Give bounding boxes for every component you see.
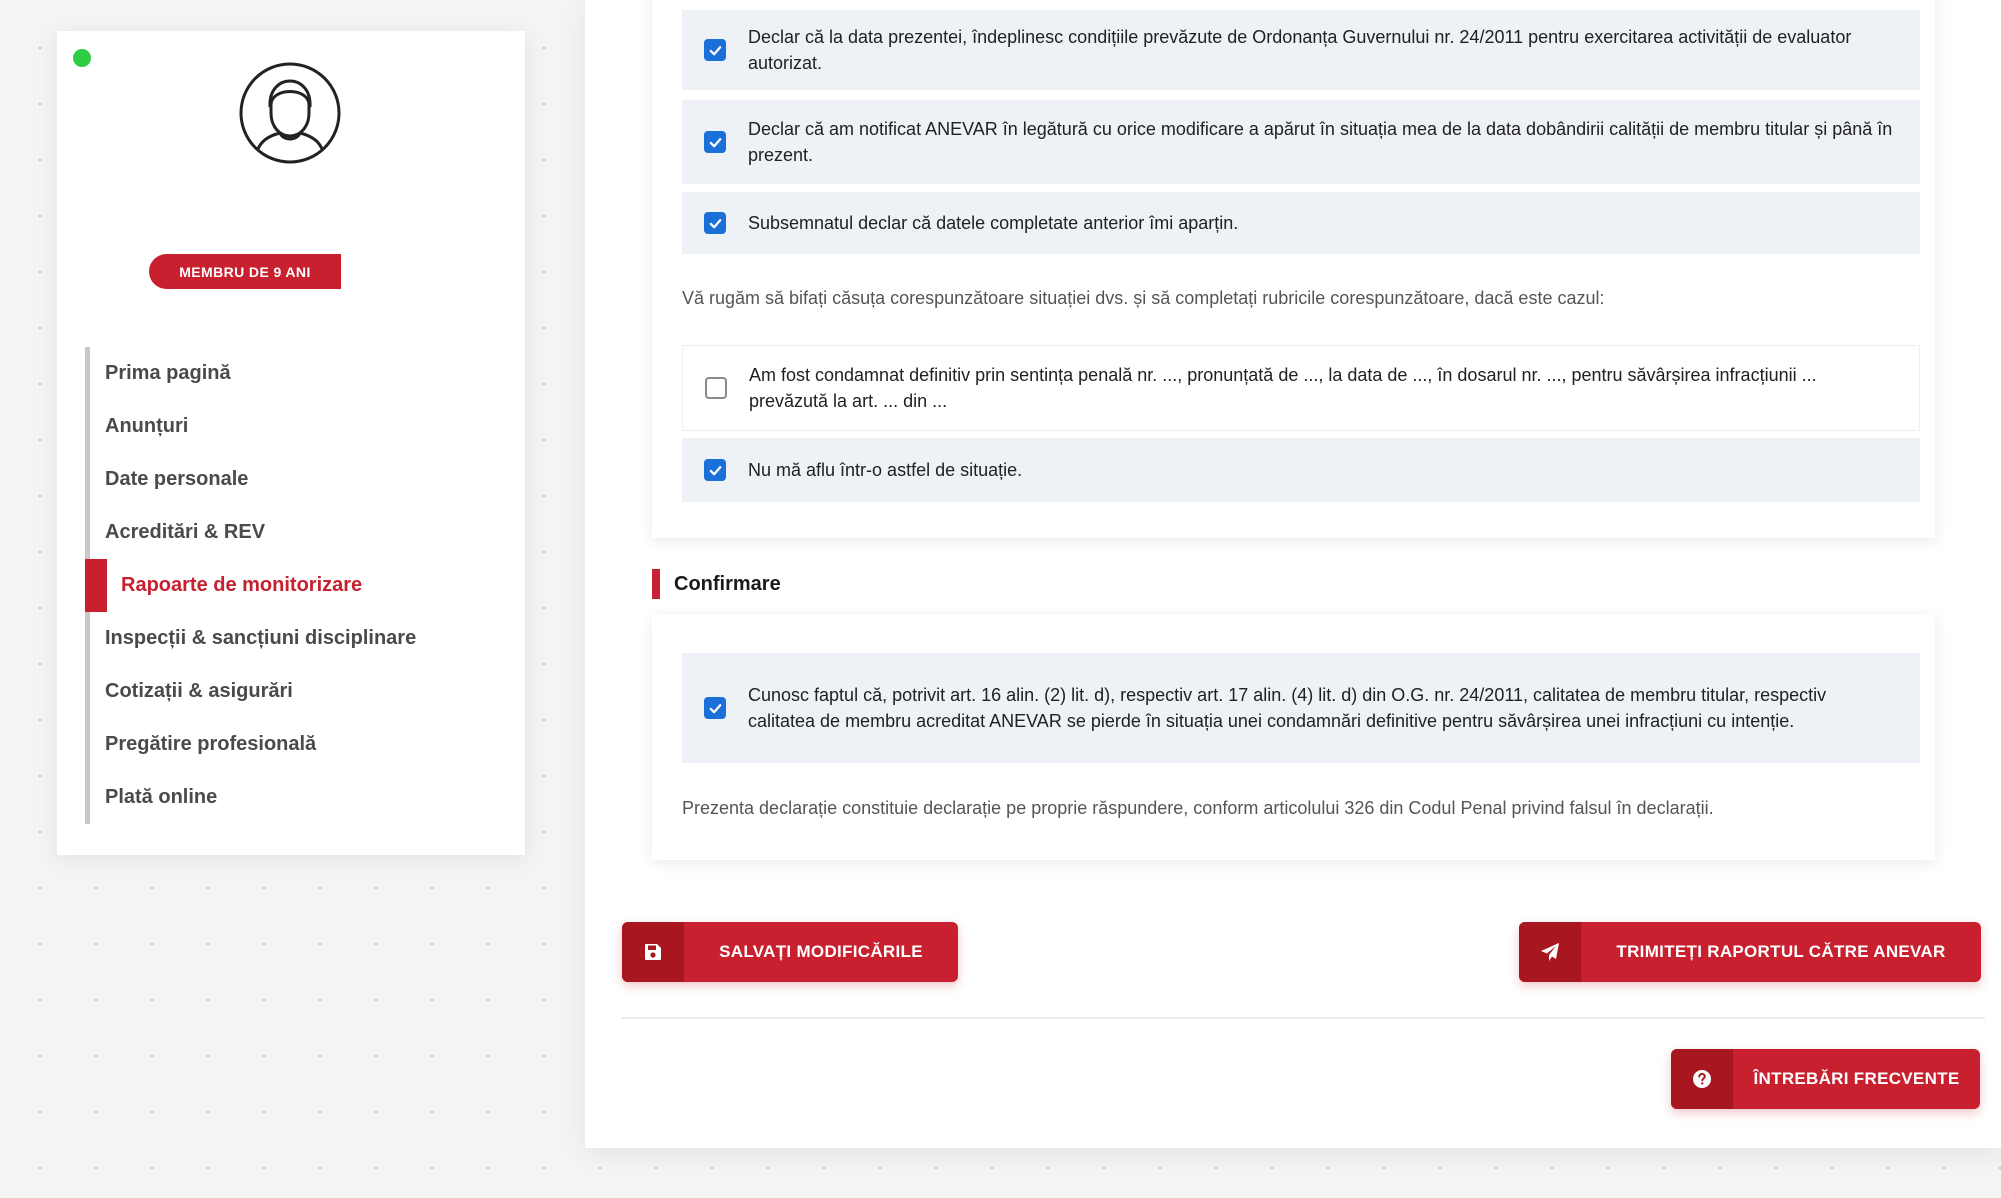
send-report-label: TRIMITEȚI RAPORTUL CĂTRE ANEVAR [1616,942,1946,961]
sidebar-item-rapoarte-monitorizare[interactable]: Rapoarte de monitorizare [85,559,505,612]
declaration-text: Subsemnatul declar că datele completate … [748,213,1239,233]
declarations-card: Declar că la data prezentei, îndeplinesc… [652,0,1935,538]
situation-checkbox[interactable] [705,377,727,399]
divider [622,1017,1985,1019]
floppy-disk-icon [622,922,684,982]
paper-plane-icon [1519,922,1581,982]
declaration-checkbox[interactable] [704,212,726,234]
declaration-note: Prezenta declarație constituie declarați… [682,798,1714,818]
checkmark-icon [709,45,721,55]
faq-label: ÎNTREBĂRI FRECVENTE [1753,1069,1960,1088]
sidebar-item-inspectii[interactable]: Inspecții & sancțiuni disciplinare [85,612,505,665]
declaration-row[interactable]: Declar că la data prezentei, îndeplinesc… [682,10,1920,90]
sidebar-item-pregatire[interactable]: Pregătire profesională [85,718,505,771]
save-changes-button[interactable]: SALVAȚI MODIFICĂRILE [622,922,958,982]
declaration-checkbox[interactable] [704,131,726,153]
save-changes-label: SALVAȚI MODIFICĂRILE [719,942,923,961]
instructions-text: Vă rugăm să bifați căsuța corespunzătoar… [682,288,1605,308]
question-circle-icon [1671,1049,1733,1109]
declaration-text: Declar că la data prezentei, îndeplinesc… [748,27,1852,73]
confirmation-text: Cunosc faptul că, potrivit art. 16 alin.… [748,685,1827,731]
declaration-row[interactable]: Subsemnatul declar că datele completate … [682,192,1920,254]
sidebar-item-anunturi[interactable]: Anunțuri [85,400,505,453]
situation-row[interactable]: Nu mă aflu într-o astfel de situație. [682,438,1920,502]
sidebar-item-cotizatii[interactable]: Cotizații & asigurări [85,665,505,718]
situation-text: Am fost condamnat definitiv prin sentinț… [749,365,1817,411]
declaration-text: Declar că am notificat ANEVAR în legătur… [748,119,1893,165]
confirmation-row[interactable]: Cunosc faptul că, potrivit art. 16 alin.… [682,653,1920,763]
situation-checkbox[interactable] [704,459,726,481]
checkmark-icon [709,218,721,228]
sidebar-item-acreditari[interactable]: Acreditări & REV [85,506,505,559]
online-status-dot [73,49,91,67]
checkmark-icon [709,137,721,147]
report-form-panel: Declar că la data prezentei, îndeplinesc… [585,0,2001,1148]
sidebar-item-date-personale[interactable]: Date personale [85,453,505,506]
membership-badge: MEMBRU DE 9 ANI [149,254,341,289]
sidebar-item-plata-online[interactable]: Plată online [85,771,505,824]
faq-button[interactable]: ÎNTREBĂRI FRECVENTE [1671,1049,1980,1109]
profile-sidebar: MEMBRU DE 9 ANI Prima pagină Anunțuri Da… [57,31,525,855]
declaration-row[interactable]: Declar că am notificat ANEVAR în legătur… [682,100,1920,184]
sidebar-nav: Prima pagină Anunțuri Date personale Acr… [85,347,505,824]
confirmation-section-title: Confirmare [652,569,781,599]
confirmation-checkbox[interactable] [704,697,726,719]
confirmation-card: Cunosc faptul că, potrivit art. 16 alin.… [652,615,1935,860]
situation-text: Nu mă aflu într-o astfel de situație. [748,460,1023,480]
sidebar-item-prima-pagina[interactable]: Prima pagină [85,347,505,400]
declaration-checkbox[interactable] [704,39,726,61]
checkmark-icon [709,465,721,475]
situation-row[interactable]: Am fost condamnat definitiv prin sentinț… [682,345,1920,431]
checkmark-icon [709,703,721,713]
send-report-button[interactable]: TRIMITEȚI RAPORTUL CĂTRE ANEVAR [1519,922,1981,982]
user-avatar-icon[interactable] [238,61,342,165]
